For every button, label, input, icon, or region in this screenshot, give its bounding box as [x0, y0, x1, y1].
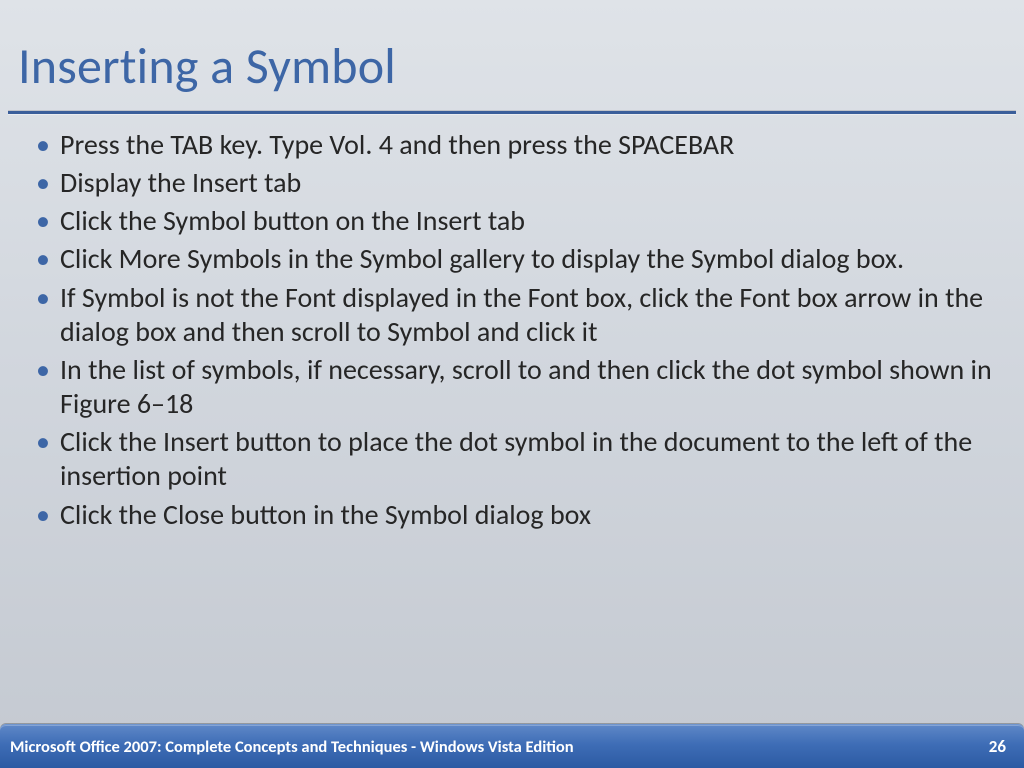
footer-text: Microsoft Office 2007: Complete Concepts… — [10, 737, 574, 757]
bullet-item: If Symbol is not the Font displayed in t… — [30, 281, 994, 349]
bullet-item: Click the Close button in the Symbol dia… — [30, 498, 994, 532]
title-area: Inserting a Symbol — [0, 0, 1024, 105]
slide-footer: Microsoft Office 2007: Complete Concepts… — [0, 724, 1024, 768]
slide-body: Press the TAB key. Type Vol. 4 and then … — [0, 114, 1024, 768]
bullet-item: Display the Insert tab — [30, 166, 994, 200]
bullet-item: Click the Insert button to place the dot… — [30, 425, 994, 493]
slide-title: Inserting a Symbol — [18, 36, 1006, 97]
bullet-list: Press the TAB key. Type Vol. 4 and then … — [30, 128, 994, 532]
bullet-item: Press the TAB key. Type Vol. 4 and then … — [30, 128, 994, 162]
bullet-item: Click the Symbol button on the Insert ta… — [30, 204, 994, 238]
bullet-item: In the list of symbols, if necessary, sc… — [30, 353, 994, 421]
page-number: 26 — [989, 736, 1006, 757]
bullet-item: Click More Symbols in the Symbol gallery… — [30, 242, 994, 276]
slide: Inserting a Symbol Press the TAB key. Ty… — [0, 0, 1024, 768]
